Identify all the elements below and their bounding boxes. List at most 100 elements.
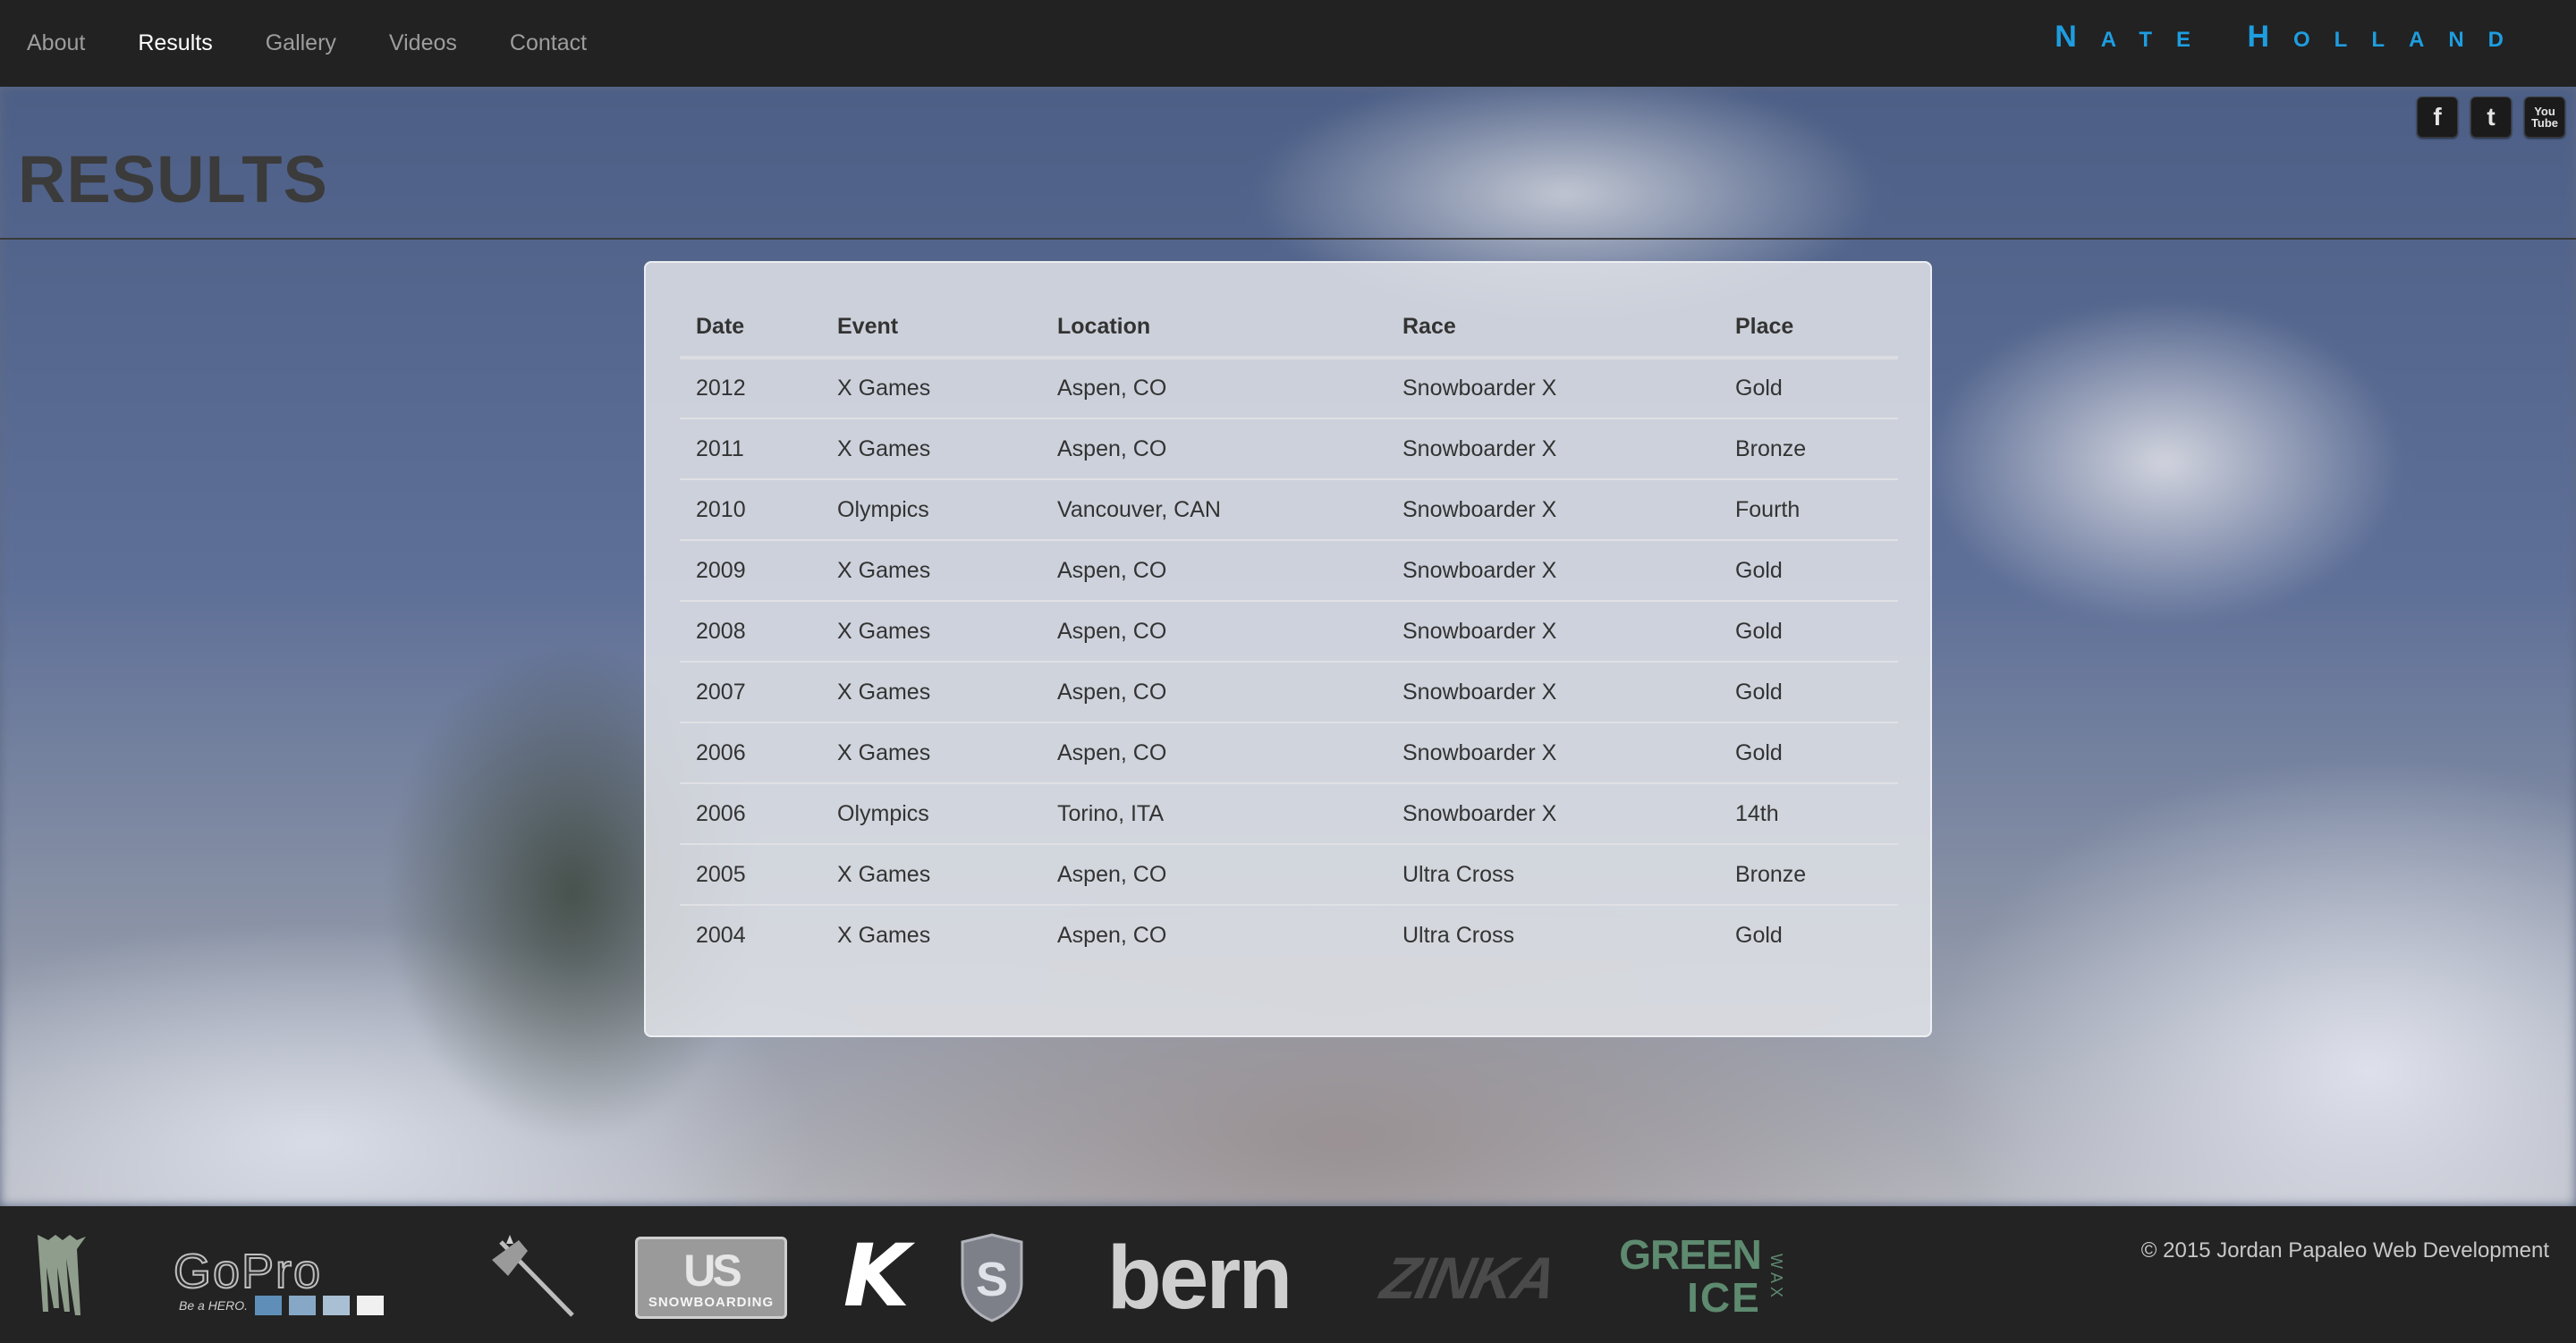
- cell-location: Aspen, CO: [1041, 601, 1386, 663]
- brand-title[interactable]: Nate Holland: [2055, 20, 2528, 55]
- cell-date: 2004: [696, 923, 746, 948]
- k-letter: K: [843, 1226, 911, 1326]
- cell-place: 14th: [1719, 783, 1898, 845]
- bern-logo[interactable]: bern: [1082, 1228, 1315, 1328]
- header-place: Place: [1719, 297, 1898, 359]
- shield-logo[interactable]: S: [959, 1233, 1025, 1322]
- cell-event: X Games: [821, 540, 1041, 602]
- results-panel: Date Event Location Race Place 2012 X Gam…: [644, 261, 1932, 1037]
- cell-event: X Games: [821, 662, 1041, 723]
- cell-event: X Games: [837, 923, 931, 948]
- cell-event: X Games: [821, 358, 1041, 419]
- cell-race: Ultra Cross: [1386, 844, 1719, 906]
- table-row: 2012 X Games Aspen, CO Snowboarder X Gold: [680, 358, 1898, 419]
- cell-race: Snowboarder X: [1386, 479, 1719, 541]
- header-event: Event: [821, 297, 1041, 359]
- cell-date: 2009: [680, 540, 821, 602]
- table-row: 2005 X Games Aspen, CO Ultra Cross Bronze: [680, 844, 1898, 906]
- header-divider: [0, 238, 2576, 240]
- page-title: RESULTS: [18, 142, 328, 216]
- nav-contact[interactable]: Contact: [510, 30, 587, 56]
- results-table: Date Event Location Race Place 2012 X Gam…: [680, 297, 1898, 966]
- cell-location: Torino, ITA: [1041, 783, 1386, 845]
- cell-place: Gold: [1719, 540, 1898, 602]
- green-ice-line1: GREEN: [1619, 1231, 1762, 1278]
- cell-place: Gold: [1719, 662, 1898, 723]
- cell-place: Fourth: [1719, 479, 1898, 541]
- green-ice-wax-logo[interactable]: GREEN ICE W A X: [1617, 1231, 1787, 1321]
- social-links: f t You Tube: [2417, 97, 2565, 138]
- results-body: 2012 X Games Aspen, CO Snowboarder X Gold 201…: [680, 358, 1898, 966]
- gopro-wordmark: GoPro: [173, 1245, 323, 1298]
- facebook-icon[interactable]: f: [2417, 97, 2458, 138]
- header-race: Race: [1386, 297, 1719, 359]
- cell-race: Snowboarder X: [1386, 601, 1719, 663]
- cell-date: 2006: [680, 783, 821, 845]
- twitter-icon[interactable]: t: [2470, 97, 2512, 138]
- cell-location: Aspen, CO: [1041, 418, 1386, 480]
- nav-results[interactable]: Results: [138, 30, 212, 56]
- cell-race: Snowboarder X: [1386, 783, 1719, 845]
- table-row: 2011 X Games Aspen, CO Snowboarder X Bronze: [680, 418, 1898, 480]
- nav-gallery[interactable]: Gallery: [266, 30, 336, 56]
- cell-location: Aspen, CO: [1041, 844, 1386, 906]
- cell-date: 2006: [680, 722, 821, 784]
- cell-event: Olympics: [821, 479, 1041, 541]
- shield-icon: S: [961, 1233, 1023, 1322]
- table-header-row: Date Event Location Race Place: [680, 297, 1898, 359]
- us-mark: US: [683, 1245, 741, 1296]
- tomahawk-logo[interactable]: [483, 1233, 581, 1322]
- cell-race: Snowboarder X: [1386, 358, 1719, 419]
- sponsor-footer: GoPro Be a HERO. US SNOWBOARDING K S ber…: [0, 1206, 2576, 1343]
- cell-date: 2010: [680, 479, 821, 541]
- cell-location: Aspen, CO: [1041, 662, 1386, 723]
- youtube-icon[interactable]: You Tube: [2524, 97, 2565, 138]
- green-ice-wax: W A X: [1767, 1254, 1785, 1298]
- cell-place: Bronze: [1719, 418, 1898, 480]
- us-snowboarding-text: SNOWBOARDING: [648, 1294, 775, 1310]
- cell-place: Bronze: [1719, 844, 1898, 906]
- zinka-logo[interactable]: ZINKA: [1370, 1235, 1567, 1321]
- tomahawk-icon: [492, 1235, 574, 1317]
- cell-place: Gold: [1735, 923, 1783, 948]
- zinka-wordmark: ZINKA: [1376, 1245, 1562, 1311]
- table-row: 2004 X Games Aspen, CO Ultra Cross Gold: [680, 905, 1898, 966]
- cell-event: X Games: [821, 601, 1041, 663]
- cell-location: Aspen, CO: [1041, 540, 1386, 602]
- cell-race: Ultra Cross: [1402, 923, 1515, 948]
- cell-date: 2012: [680, 358, 821, 419]
- green-ice-line2: ICE: [1687, 1274, 1761, 1321]
- us-snowboarding-logo[interactable]: US SNOWBOARDING: [635, 1237, 787, 1319]
- bern-wordmark: bern: [1106, 1227, 1293, 1328]
- cell-race: Snowboarder X: [1386, 418, 1719, 480]
- gopro-tagline: Be a HERO.: [179, 1298, 249, 1313]
- cell-location: Aspen, CO: [1041, 722, 1386, 784]
- cell-date: 2008: [680, 601, 821, 663]
- shield-letter: S: [976, 1253, 1008, 1306]
- cell-place: Gold: [1719, 722, 1898, 784]
- cell-race: Snowboarder X: [1386, 722, 1719, 784]
- table-row: 2009 X Games Aspen, CO Snowboarder X Gold: [680, 540, 1898, 602]
- table-row: 2007 X Games Aspen, CO Snowboarder X Gold: [680, 662, 1898, 723]
- monster-energy-logo[interactable]: [30, 1231, 102, 1319]
- nav-links: About Results Gallery Videos Contact: [27, 0, 640, 87]
- nav-videos[interactable]: Videos: [389, 30, 457, 56]
- cell-event: X Games: [821, 722, 1041, 784]
- cell-race: Snowboarder X: [1386, 540, 1719, 602]
- cell-event: X Games: [821, 844, 1041, 906]
- table-row: 2006 Olympics Torino, ITA Snowboarder X 14th: [680, 783, 1898, 845]
- header-date: Date: [680, 297, 821, 359]
- cell-event: Olympics: [821, 783, 1041, 845]
- gopro-logo[interactable]: GoPro Be a HERO.: [173, 1244, 420, 1319]
- copyright-text: © 2015 Jordan Papaleo Web Development: [2140, 1238, 2549, 1263]
- table-row: 2008 X Games Aspen, CO Snowboarder X Gold: [680, 601, 1898, 663]
- monster-claw-icon: [38, 1235, 86, 1315]
- cell-place: Gold: [1719, 358, 1898, 419]
- table-row: 2010 Olympics Vancouver, CAN Snowboarder XF…: [680, 479, 1898, 541]
- header-location: Location: [1041, 297, 1386, 359]
- cell-race: Snowboarder X: [1386, 662, 1719, 723]
- cell-date: 2007: [680, 662, 821, 723]
- table-row: 2006 X Games Aspen, CO Snowboarder X Gold: [680, 722, 1898, 784]
- nav-about[interactable]: About: [27, 30, 85, 56]
- k2-logo[interactable]: K: [841, 1226, 912, 1326]
